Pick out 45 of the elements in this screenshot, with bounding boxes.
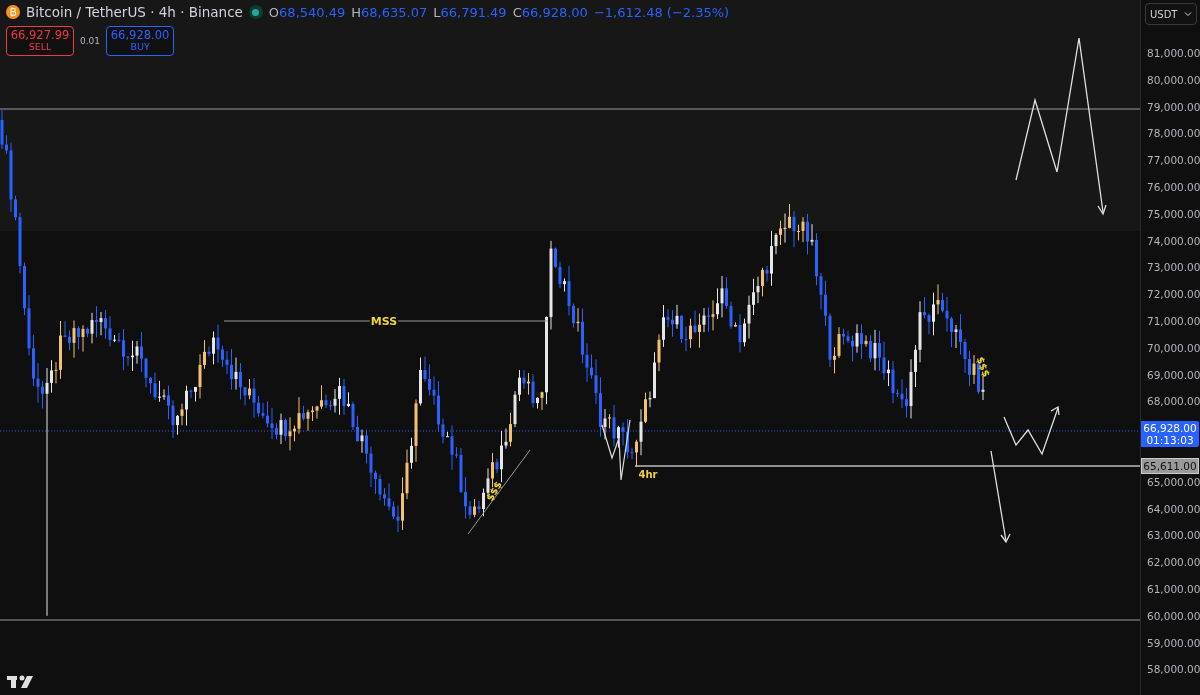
ohlc-value: 68,540.49 xyxy=(279,4,346,20)
buy-button[interactable]: 66,928.00 BUY xyxy=(106,26,175,56)
price-tick: 70,000.00 xyxy=(1147,341,1200,354)
price-tick: 62,000.00 xyxy=(1147,556,1200,569)
ohlc-label: L xyxy=(433,4,441,20)
spread-value: 0.01 xyxy=(80,36,101,46)
price-tick: 72,000.00 xyxy=(1147,288,1200,301)
ohlc-label: H xyxy=(351,4,362,20)
price-tick: 59,000.00 xyxy=(1147,636,1200,649)
level-price-label: 65,611.00 xyxy=(1141,458,1199,474)
annotation-label: MSS xyxy=(370,315,398,328)
price-tick: 74,000.00 xyxy=(1147,234,1200,247)
price-tick: 78,000.00 xyxy=(1147,127,1200,140)
price-tick: 81,000.00 xyxy=(1147,47,1200,59)
ohlc-value: 68,635.07 xyxy=(361,4,428,20)
current-price-label: 66,928.00 01:13:03 xyxy=(1141,421,1199,447)
sell-button[interactable]: 66,927.99 SELL xyxy=(6,26,74,56)
zigzag-line xyxy=(601,419,631,481)
price-tick: 61,000.00 xyxy=(1147,583,1200,595)
price-change: −1,612.48 (−2.35%) xyxy=(593,4,730,20)
price-tick: 69,000.00 xyxy=(1147,368,1200,381)
price-tick: 65,000.00 xyxy=(1147,475,1200,488)
price-tick: 77,000.00 xyxy=(1147,154,1200,167)
price-tick: 58,000.00 xyxy=(1147,663,1200,676)
chevron-icon xyxy=(1184,11,1192,17)
ohlc-value: 66,928.00 xyxy=(521,4,588,20)
price-tick: 75,000.00 xyxy=(1147,207,1200,220)
ohlc-value: 66,791.49 xyxy=(440,4,507,20)
price-tick: 80,000.00 xyxy=(1147,73,1200,86)
price-tick: 79,000.00 xyxy=(1147,100,1200,113)
ohlc-label: O xyxy=(268,4,280,20)
logo-icon xyxy=(7,675,33,688)
annotation-label: 4hr xyxy=(638,469,658,480)
symbol-title: Bitcoin / TetherUS · 4h · Binance xyxy=(26,4,243,20)
price-tick: 64,000.00 xyxy=(1147,502,1200,515)
currency-select[interactable]: USDT xyxy=(1145,3,1197,25)
price-tick: 76,000.00 xyxy=(1147,181,1200,193)
price-tick: 73,000.00 xyxy=(1147,261,1200,274)
price-tick: 68,000.00 xyxy=(1147,395,1200,408)
ohlc-label: C xyxy=(512,4,522,20)
price-tick: 60,000.00 xyxy=(1147,609,1200,622)
annotation-label: $$$ xyxy=(974,355,993,379)
price-tick: 71,000.00 xyxy=(1147,315,1200,327)
price-tick: 63,000.00 xyxy=(1147,529,1200,542)
bitcoin-icon xyxy=(6,5,20,19)
